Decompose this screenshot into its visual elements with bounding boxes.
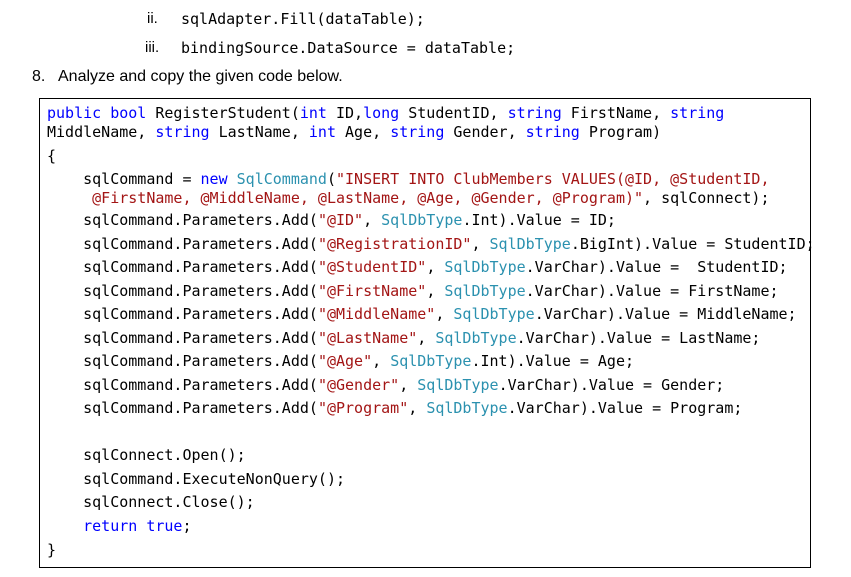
code-return-line: return true; [83, 517, 192, 535]
code-param-line: sqlCommand.Parameters.Add("@Program", Sq… [47, 399, 743, 417]
code-open-brace: { [47, 147, 57, 165]
code-box: public bool RegisterStudent(int ID,long … [39, 98, 815, 568]
code-snippet-datasource: bindingSource.DataSource = dataTable; [181, 39, 516, 57]
code-param-line: sqlCommand.Parameters.Add("@StudentID", … [47, 258, 788, 276]
code-param-line: sqlCommand.Parameters.Add("@Age", SqlDbT… [47, 352, 635, 370]
code-command-line-2: @FirstName, @MiddleName, @LastName, @Age… [92, 189, 770, 207]
code-param-line: sqlCommand.Parameters.Add("@LastName", S… [47, 329, 761, 347]
item-instruction: Analyze and copy the given code below. [58, 68, 343, 85]
item-number: 8. [32, 68, 46, 85]
item-heading: 8. Analyze and copy the given code below. [32, 66, 343, 88]
code-snippet-fill: sqlAdapter.Fill(dataTable); [181, 10, 425, 28]
code-open-connection: sqlConnect.Open(); [47, 446, 246, 464]
code-param-line: sqlCommand.Parameters.Add("@MiddleName",… [47, 305, 797, 323]
roman-numeral-iii: iii. [145, 39, 160, 56]
code-param-line: sqlCommand.Parameters.Add("@Gender", Sql… [47, 376, 725, 394]
code-signature-line-2: MiddleName, string LastName, int Age, st… [47, 123, 662, 141]
code-param-line: sqlCommand.Parameters.Add("@Registration… [47, 235, 815, 253]
code-close-connection: sqlConnect.Close(); [47, 493, 255, 511]
code-execute-query: sqlCommand.ExecuteNonQuery(); [47, 470, 346, 488]
code-close-brace: } [47, 541, 57, 559]
code-param-line: sqlCommand.Parameters.Add("@ID", SqlDbTy… [47, 211, 616, 229]
code-param-line: sqlCommand.Parameters.Add("@FirstName", … [47, 282, 779, 300]
roman-numeral-ii: ii. [147, 10, 158, 27]
